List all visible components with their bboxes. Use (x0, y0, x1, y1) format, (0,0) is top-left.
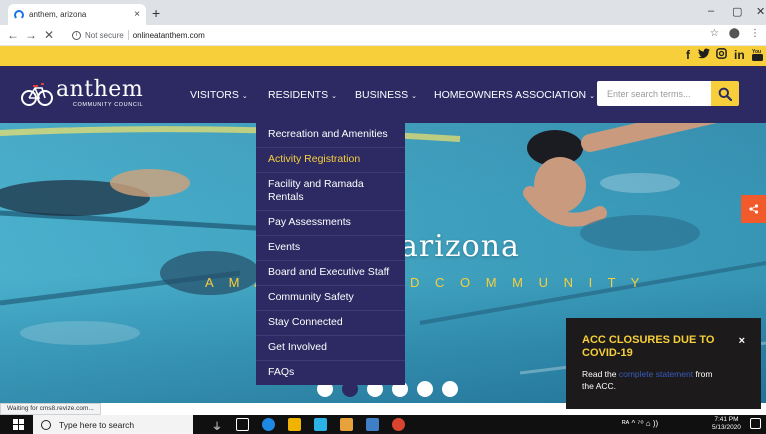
close-icon[interactable]: × (739, 335, 745, 347)
file-explorer-icon[interactable] (288, 418, 301, 431)
security-label: Not secure (85, 30, 124, 40)
system-tray-icons[interactable]: ᴿᴬ ^ ⁷⁰ ⌂ )) (622, 419, 658, 428)
address-divider (127, 30, 129, 40)
back-icon[interactable]: ← (4, 28, 22, 42)
skype-icon[interactable] (314, 418, 327, 431)
menu-item-stay-connected[interactable]: Stay Connected (256, 311, 405, 336)
menu-item-activity-registration[interactable]: Activity Registration (256, 148, 405, 173)
popup-body: Read the complete statement from the ACC… (582, 368, 732, 392)
clock-time: 7:41 PM (714, 416, 739, 423)
menu-item-faqs[interactable]: FAQs (256, 361, 405, 385)
menu-item-facility-and-ramada-rentals[interactable]: Facility and Ramada Rentals (256, 173, 405, 211)
taskbar-clock[interactable]: 7:41 PM 5/13/2020 (712, 416, 741, 432)
paint-icon[interactable] (340, 418, 353, 431)
browser-menu-icon[interactable]: ⋮ (750, 28, 760, 39)
address-bar: ← → ✕ i Not secure onlineatanthem.com ☆ … (0, 25, 766, 46)
notifications-icon[interactable] (750, 418, 761, 429)
browser-tab-bar: anthem, arizona × + – ▢ ✕ (0, 0, 766, 25)
chevron-down-icon: ⌄ (331, 93, 337, 100)
omnibox[interactable]: i Not secure onlineatanthem.com (66, 27, 211, 44)
search-input[interactable] (597, 81, 711, 106)
nav-label: HOMEOWNERS ASSOCIATION (434, 89, 587, 101)
social-bar: f in You (0, 46, 766, 66)
residents-dropdown-menu: Recreation and Amenities Activity Regist… (256, 123, 405, 385)
bicycle-logo-icon (21, 83, 53, 106)
taskbar-search-box[interactable]: Type here to search (33, 415, 193, 434)
slide-dot[interactable] (442, 381, 458, 397)
bookmark-star-icon[interactable]: ☆ (710, 28, 719, 39)
tab-title: anthem, arizona (29, 10, 87, 19)
search-icon (718, 87, 732, 101)
nav-label: RESIDENTS (268, 89, 329, 101)
popup-body-prefix: Read the (582, 369, 617, 379)
menu-item-pay-assessments[interactable]: Pay Assessments (256, 211, 405, 236)
cortana-icon (41, 419, 51, 430)
popup-title: ACC CLOSURES DUE TO COVID-19 (582, 334, 715, 359)
popup-body-line2: the ACC. (582, 381, 617, 391)
complete-statement-link[interactable]: complete statement (619, 369, 693, 379)
chevron-down-icon: ⌄ (589, 93, 595, 100)
twitter-icon[interactable] (698, 48, 710, 62)
logo-subtitle: COMMUNITY COUNCIL (72, 101, 144, 108)
clock-date: 5/13/2020 (712, 424, 741, 431)
microphone-icon[interactable]: ⏚ (212, 418, 225, 433)
loading-icon (14, 9, 24, 20)
instagram-icon[interactable] (716, 48, 727, 62)
taskbar-search-text: Type here to search (59, 419, 135, 430)
nav-business[interactable]: BUSINESS ⌄ (355, 89, 417, 101)
account-icon[interactable]: ⬤ (729, 28, 740, 39)
nav-label: BUSINESS (355, 89, 409, 101)
nav-label: VISITORS (190, 89, 239, 101)
logo-name: anthem (56, 76, 144, 102)
task-view-icon[interactable] (236, 418, 249, 431)
hero-title: arizona (400, 229, 520, 264)
stop-loading-icon[interactable]: ✕ (40, 28, 58, 42)
menu-item-board-and-executive-staff[interactable]: Board and Executive Staff (256, 261, 405, 286)
windows-taskbar: Type here to search ⏚ ᴿᴬ ^ ⁷⁰ ⌂ )) 7:41 … (0, 415, 766, 434)
hero-tagline-right: D C O M M U N I T Y (410, 275, 646, 290)
menu-item-events[interactable]: Events (256, 236, 405, 261)
menu-item-community-safety[interactable]: Community Safety (256, 286, 405, 311)
browser-status-text: Waiting for cms8.revize.com... (0, 403, 101, 415)
windows-start-icon[interactable] (13, 419, 24, 430)
linkedin-icon[interactable]: in (734, 48, 745, 62)
tab-close-icon[interactable]: × (134, 9, 140, 20)
youtube-icon[interactable]: You (752, 48, 763, 64)
share-icon (748, 204, 758, 214)
maximize-icon[interactable]: ▢ (732, 5, 742, 18)
covid-closures-popup: ACC CLOSURES DUE TO COVID-19 × Read the … (566, 318, 761, 409)
share-button[interactable] (741, 195, 766, 223)
nav-visitors[interactable]: VISITORS ⌄ (190, 89, 248, 101)
chevron-down-icon: ⌄ (411, 93, 417, 100)
popup-body-suffix: from (695, 369, 713, 379)
search-button[interactable] (711, 81, 739, 106)
site-header: anthem COMMUNITY COUNCIL VISITORS ⌄ RESID… (0, 66, 766, 123)
edge-icon[interactable] (262, 418, 275, 431)
nav-residents[interactable]: RESIDENTS ⌄ (268, 89, 337, 101)
new-tab-button[interactable]: + (152, 5, 160, 21)
menu-item-recreation-and-amenities[interactable]: Recreation and Amenities (256, 123, 405, 148)
browser-tab[interactable]: anthem, arizona × (8, 4, 146, 25)
minimize-icon[interactable]: – (708, 5, 714, 17)
close-window-icon[interactable]: ✕ (756, 5, 765, 18)
site-logo[interactable]: anthem COMMUNITY COUNCIL (20, 76, 143, 110)
slide-dot[interactable] (417, 381, 433, 397)
menu-item-get-involved[interactable]: Get Involved (256, 336, 405, 361)
url-text[interactable]: onlineatanthem.com (133, 31, 205, 40)
info-icon[interactable]: i (72, 30, 81, 40)
photos-icon[interactable] (366, 418, 379, 431)
chrome-icon[interactable] (392, 418, 405, 431)
facebook-icon[interactable]: f (686, 48, 690, 62)
nav-homeowners-association[interactable]: HOMEOWNERS ASSOCIATION ⌄ (434, 89, 595, 101)
chevron-down-icon: ⌄ (241, 93, 248, 100)
forward-icon[interactable]: → (22, 28, 40, 42)
browser-actions: ☆ ⬤ ⋮ (710, 28, 760, 39)
